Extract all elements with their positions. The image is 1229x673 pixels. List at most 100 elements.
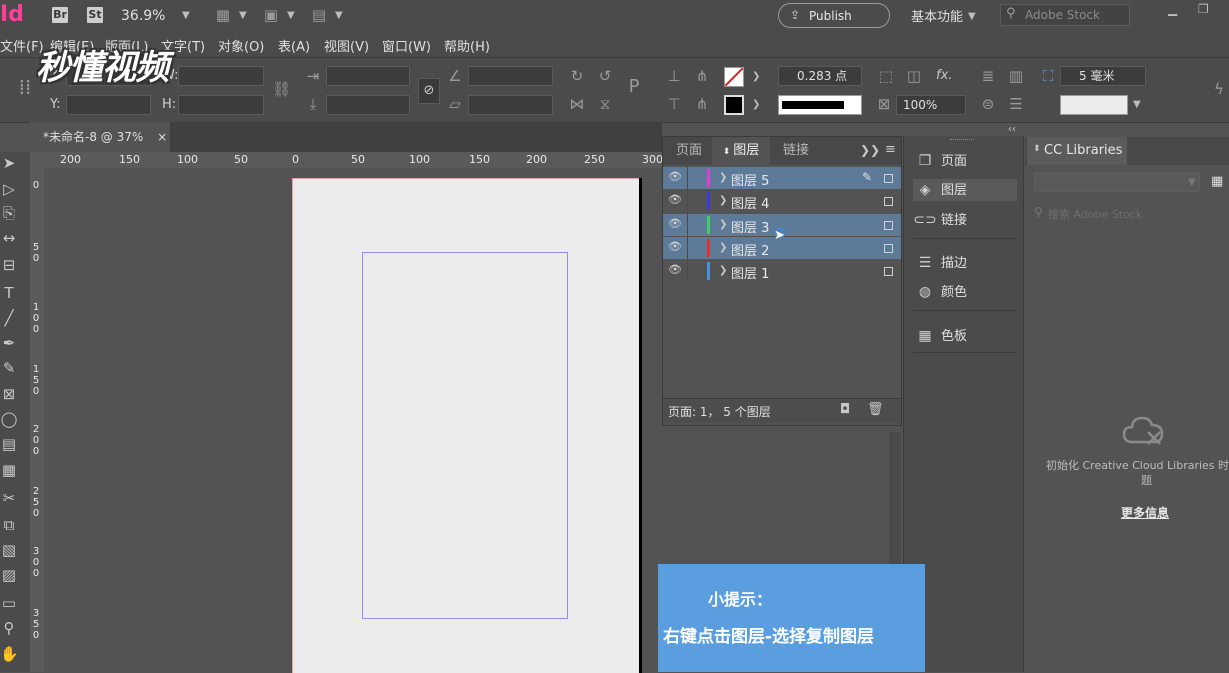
- eyedropper-tool-icon[interactable]: ⚲: [0, 619, 18, 637]
- type-tool-icon[interactable]: T: [0, 284, 18, 302]
- text-wrap-none-icon[interactable]: ≣: [978, 67, 998, 85]
- y-field[interactable]: [66, 95, 151, 115]
- visibility-eye-icon[interactable]: 👁: [668, 240, 682, 253]
- scissors-tool-icon[interactable]: ✂: [0, 489, 18, 507]
- dock-item-color[interactable]: ◍ 颜色: [913, 281, 1017, 303]
- more-info-link[interactable]: 更多信息: [1121, 504, 1169, 521]
- minimize-icon[interactable]: ▁: [1168, 2, 1177, 16]
- lightning-icon[interactable]: ϟ: [1212, 80, 1226, 98]
- visibility-eye-icon[interactable]: 👁: [668, 263, 682, 276]
- dock-grip[interactable]: [950, 139, 974, 142]
- lock-column[interactable]: [687, 190, 688, 212]
- trash-icon[interactable]: 🗑: [867, 402, 884, 417]
- constrain-proportions-icon[interactable]: ⛓: [272, 80, 291, 98]
- expand-chevron-icon[interactable]: ❯: [719, 265, 727, 276]
- opacity-field[interactable]: 100%: [896, 95, 966, 115]
- dock-item-pages[interactable]: ❐ 页面: [913, 150, 1017, 172]
- direct-selection-tool-icon[interactable]: ▷: [0, 180, 18, 198]
- free-transform-tool-icon[interactable]: ⧉: [0, 516, 18, 534]
- layer-selection-box[interactable]: [884, 174, 893, 183]
- view-options-chevron-down-icon[interactable]: ▼: [239, 10, 247, 21]
- rotation-field[interactable]: [468, 66, 553, 86]
- stroke-swatch[interactable]: [724, 95, 744, 115]
- library-chevron-down-icon[interactable]: ▼: [1188, 177, 1196, 188]
- menu-object[interactable]: 对象(O): [218, 36, 264, 55]
- layer-selection-box[interactable]: [884, 267, 893, 276]
- layer-selection-box[interactable]: [884, 197, 893, 206]
- text-anchor-icon[interactable]: P: [622, 78, 646, 96]
- flip-horizontal-icon[interactable]: ⋈: [566, 95, 588, 113]
- visibility-eye-icon[interactable]: 👁: [668, 217, 682, 230]
- layer-selection-box[interactable]: [884, 221, 893, 230]
- gap-tool-icon[interactable]: ↔: [0, 229, 18, 247]
- object-style-dropdown[interactable]: [1060, 95, 1128, 115]
- text-wrap-jump-icon[interactable]: ☰: [1006, 95, 1026, 113]
- document-tab[interactable]: *未命名-8 @ 37% ×: [30, 122, 170, 152]
- adobe-stock-search[interactable]: Adobe Stock: [1000, 4, 1130, 26]
- expand-chevron-icon[interactable]: ❯: [719, 195, 727, 206]
- hand-tool-icon[interactable]: ✋: [0, 645, 19, 663]
- lock-column[interactable]: [687, 167, 688, 189]
- grid-view-icon[interactable]: ▦: [1211, 172, 1229, 192]
- menu-window[interactable]: 窗口(W): [382, 36, 431, 55]
- visibility-eye-icon[interactable]: 👁: [668, 193, 682, 206]
- lock-column[interactable]: [687, 237, 688, 259]
- bridge-button[interactable]: Br: [52, 7, 68, 23]
- table-tool-icon[interactable]: ▤: [0, 435, 18, 453]
- library-dropdown[interactable]: [1034, 172, 1200, 192]
- page-tool-icon[interactable]: ⎘: [0, 204, 18, 222]
- rotate-ccw-icon[interactable]: ↺: [594, 67, 616, 85]
- expand-chevron-icon[interactable]: ❯: [719, 219, 727, 230]
- view-options-icon[interactable]: ▦: [214, 6, 232, 24]
- select-container-icon[interactable]: ⊥: [664, 67, 684, 85]
- stroke-weight-field[interactable]: 0.283 点: [778, 66, 862, 86]
- dock-item-swatches[interactable]: ▦ 色板: [913, 325, 1017, 347]
- collapse-panel-icon[interactable]: ❯❯: [860, 143, 880, 157]
- drop-shadow-icon[interactable]: ◫: [904, 67, 924, 85]
- spacing-field[interactable]: 5 毫米: [1060, 66, 1146, 86]
- h-field[interactable]: [178, 95, 264, 115]
- pen-tool-icon[interactable]: ✒: [0, 334, 18, 352]
- screen-mode-chevron-down-icon[interactable]: ▼: [287, 10, 295, 21]
- pencil-tool-icon[interactable]: ✎: [0, 359, 18, 377]
- layer-selection-box[interactable]: [884, 244, 893, 253]
- layer-row[interactable]: [663, 260, 901, 282]
- scale-x-field[interactable]: [326, 66, 410, 86]
- select-next-icon[interactable]: ⋔: [692, 95, 712, 113]
- stock-button[interactable]: St: [87, 7, 103, 23]
- dock-item-layers[interactable]: ◈ 图层: [913, 179, 1017, 201]
- tab-pages[interactable]: 页面: [667, 137, 711, 165]
- link-icon[interactable]: ⊘: [418, 78, 440, 104]
- menu-table[interactable]: 表(A): [278, 36, 310, 55]
- new-layer-icon[interactable]: ◘: [840, 402, 850, 417]
- rotate-cw-icon[interactable]: ↻: [566, 67, 588, 85]
- screen-mode-icon[interactable]: ▣: [262, 6, 280, 24]
- object-style-chevron-down-icon[interactable]: ▼: [1133, 99, 1141, 110]
- tab-cc-libraries[interactable]: CC Libraries: [1027, 137, 1127, 165]
- lock-column[interactable]: [687, 260, 688, 282]
- gradient-swatch-tool-icon[interactable]: ▧: [0, 541, 18, 559]
- expand-chevron-icon[interactable]: ❯: [719, 172, 727, 183]
- gradient-feather-tool-icon[interactable]: ▨: [0, 566, 18, 584]
- close-icon[interactable]: ×: [157, 130, 167, 144]
- stroke-chevron-icon[interactable]: ❯: [752, 99, 760, 110]
- workspace-switcher[interactable]: 基本功能: [911, 6, 963, 25]
- fill-chevron-icon[interactable]: ❯: [752, 71, 760, 82]
- panel-menu-icon[interactable]: ≡: [885, 142, 896, 157]
- collapse-dock-icon[interactable]: ‹‹: [1008, 124, 1016, 135]
- shear-field[interactable]: [468, 95, 553, 115]
- menu-view[interactable]: 视图(V): [324, 36, 369, 55]
- rectangle-frame-tool-icon[interactable]: ⊠: [0, 385, 18, 403]
- zoom-chevron-down-icon[interactable]: ▼: [182, 10, 190, 21]
- zoom-level[interactable]: 36.9%: [121, 8, 165, 24]
- layer-row[interactable]: [663, 190, 901, 212]
- text-wrap-shape-icon[interactable]: ⊜: [978, 95, 998, 113]
- workspace-chevron-down-icon[interactable]: ▼: [968, 11, 976, 22]
- reference-point-icon[interactable]: ⁞⁞: [12, 77, 38, 104]
- gap-tool-icon[interactable]: ⛶: [1038, 67, 1058, 85]
- select-previous-icon[interactable]: ⋔: [692, 67, 712, 85]
- content-collector-icon[interactable]: ⊟: [0, 256, 18, 274]
- fill-swatch-none[interactable]: [724, 67, 744, 87]
- tab-links[interactable]: 链接: [772, 137, 820, 165]
- flip-vertical-icon[interactable]: ⧖: [594, 95, 616, 113]
